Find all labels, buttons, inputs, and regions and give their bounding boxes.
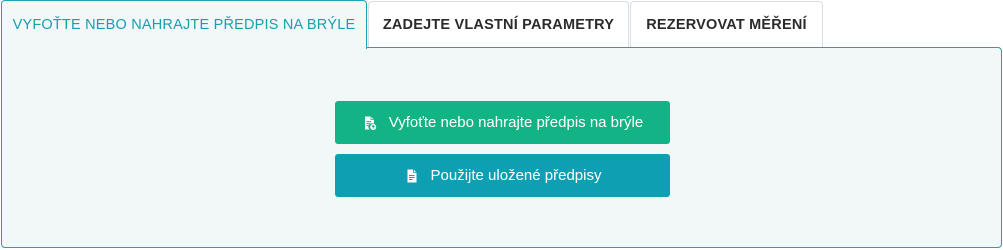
prescription-widget: VYFOŤTE NEBO NAHRAJTE PŘEDPIS NA BRÝLE Z… [0, 0, 1003, 250]
tab-custom-parameters[interactable]: ZADEJTE VLASTNÍ PARAMETRY [368, 1, 629, 47]
use-saved-prescriptions-label: Použijte uložené předpisy [430, 167, 602, 184]
document-upload-icon [362, 115, 378, 131]
tab-upload-prescription[interactable]: VYFOŤTE NEBO NAHRAJTE PŘEDPIS NA BRÝLE [1, 0, 367, 49]
use-saved-prescriptions-button[interactable]: Použijte uložené předpisy [335, 154, 670, 197]
upload-prescription-button[interactable]: Vyfoťte nebo nahrajte předpis na brýle [335, 101, 670, 144]
tab-panel: Vyfoťte nebo nahrajte předpis na brýle P… [1, 47, 1002, 248]
upload-prescription-label: Vyfoťte nebo nahrajte předpis na brýle [388, 114, 644, 131]
document-icon [404, 168, 420, 184]
tab-bar: VYFOŤTE NEBO NAHRAJTE PŘEDPIS NA BRÝLE Z… [0, 0, 1003, 49]
tab-book-measurement[interactable]: REZERVOVAT MĚŘENÍ [630, 1, 823, 47]
